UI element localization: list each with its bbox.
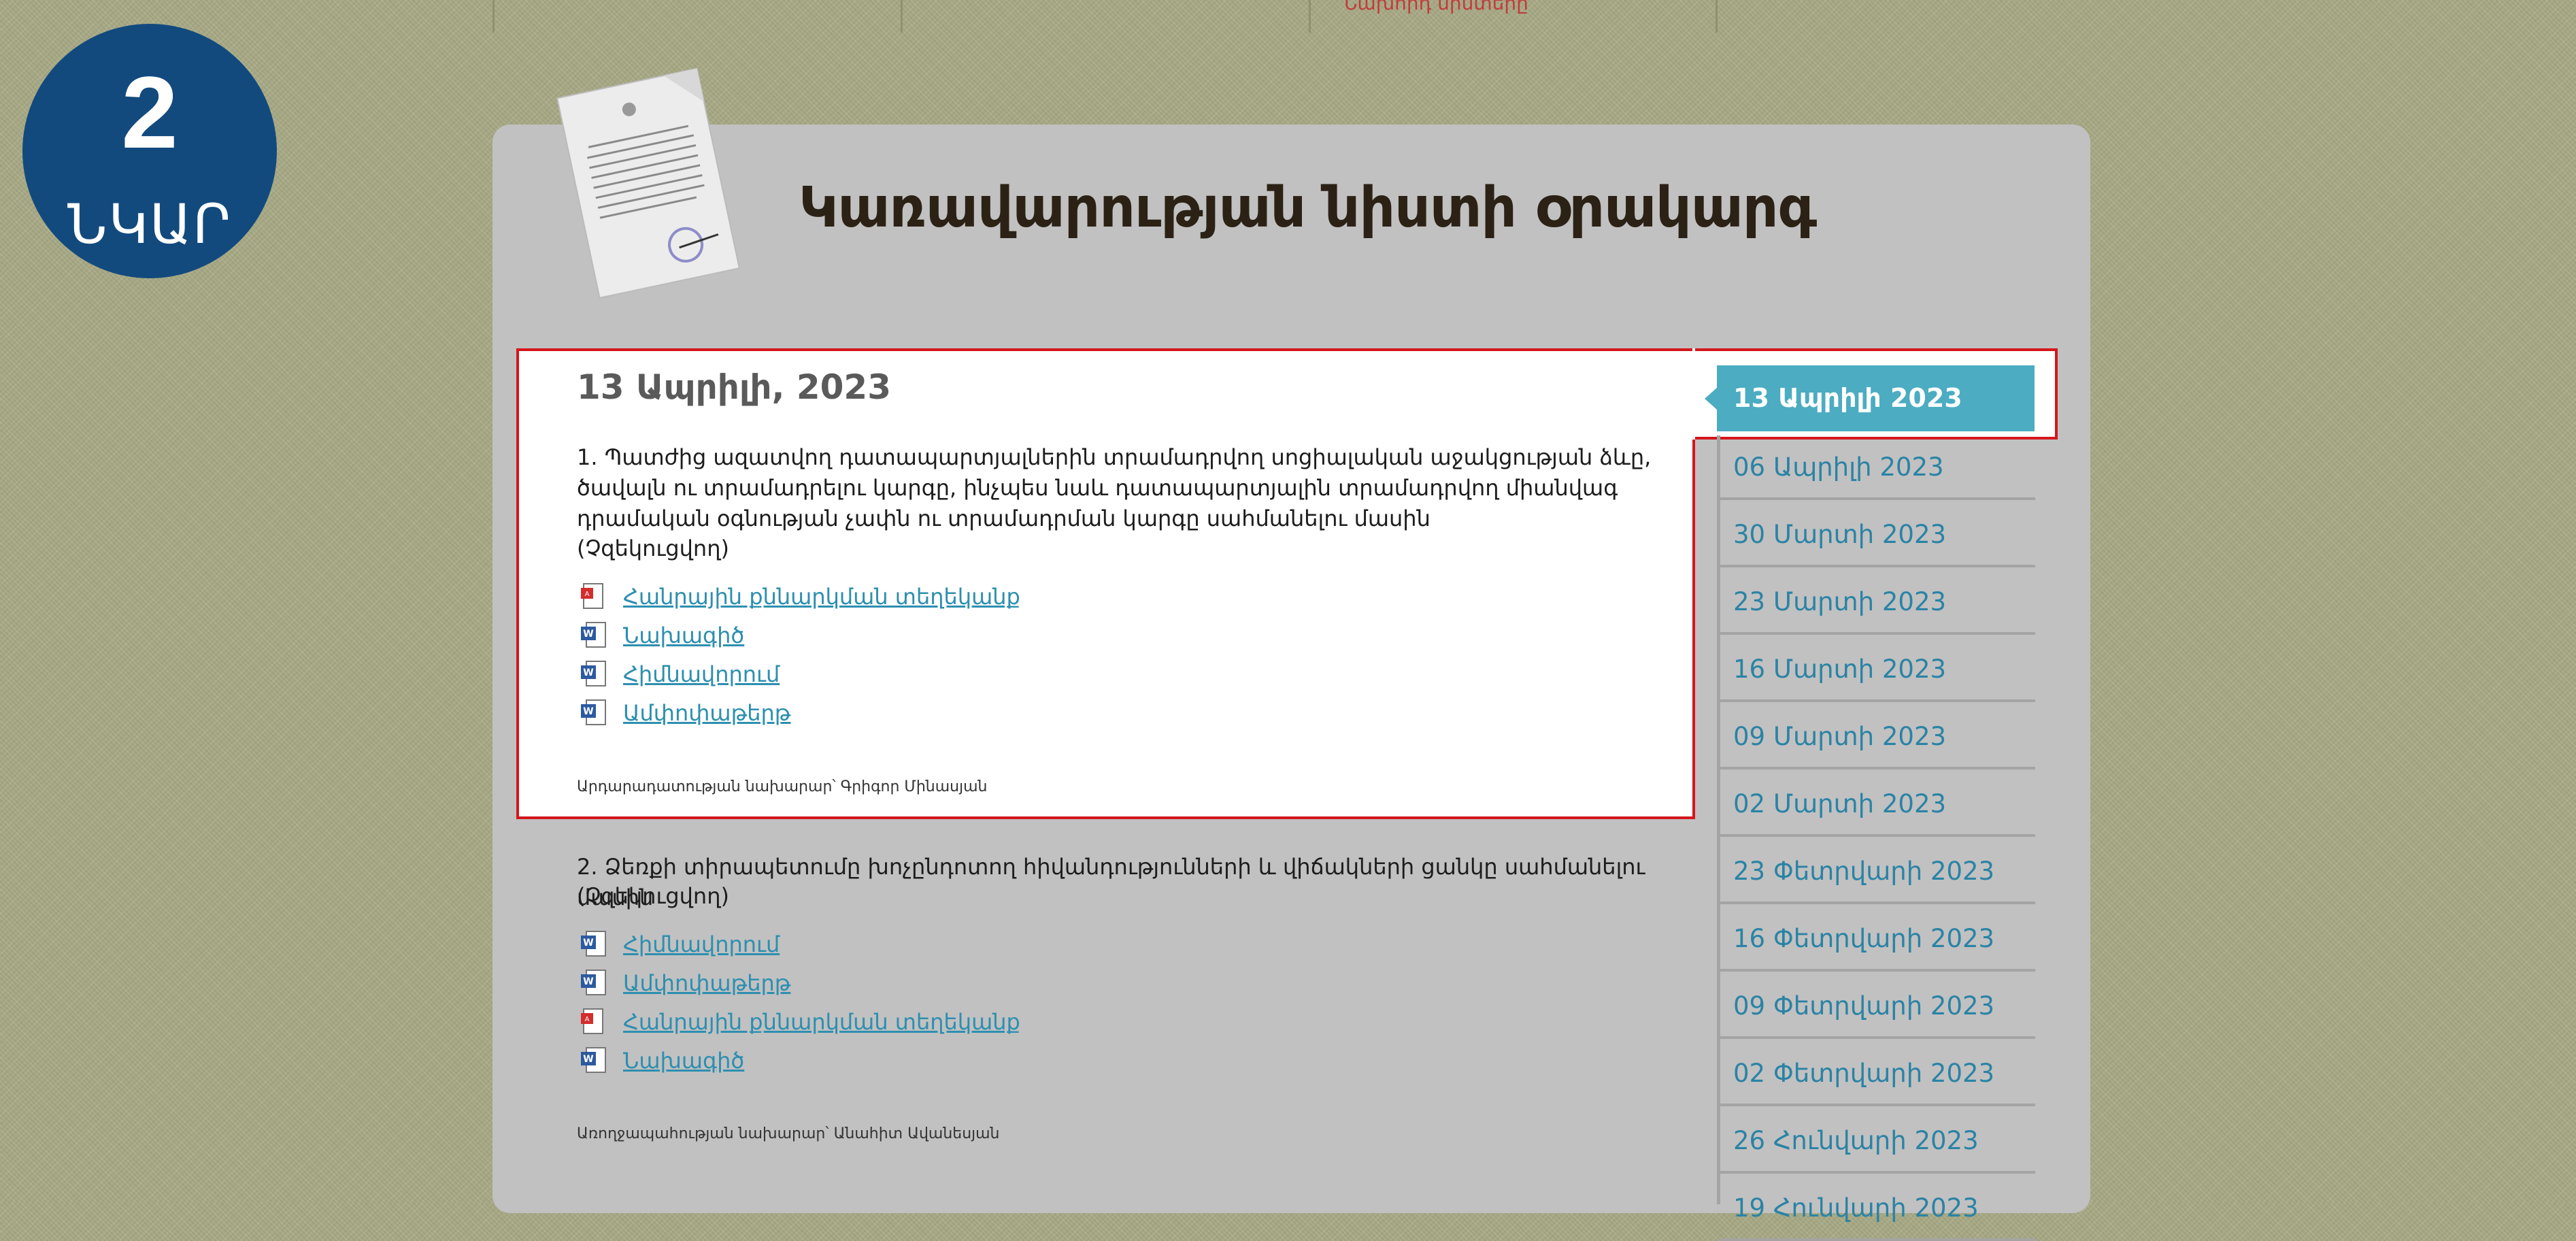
top-nav <box>492 0 1718 33</box>
badge-number: 2 <box>121 55 178 169</box>
svg-text:W: W <box>583 706 593 717</box>
agenda-item-status: (Չզեկուցվող) <box>577 535 729 561</box>
file-link[interactable]: W Նախագիծ <box>581 621 744 650</box>
document-icon <box>556 67 741 299</box>
sidebar-date[interactable]: 23 Մարտի 2023 <box>1720 569 2035 635</box>
word-file-icon: W <box>581 1047 606 1073</box>
word-file-icon: W <box>581 931 606 957</box>
sidebar-date[interactable]: 23 Փետրվարի 2023 <box>1720 838 2035 904</box>
selected-date-heading: 13 Ապրիլի, 2023 <box>577 367 892 407</box>
sidebar-date[interactable]: 09 Մարտի 2023 <box>1720 704 2035 770</box>
badge-label: ՆԿԱՐ <box>67 194 232 254</box>
agenda-item-text: 1. Պատժից ազատվող դատապարտյալներին տրամա… <box>577 444 1652 531</box>
sidebar-date[interactable]: 09 Փետրվարի 2023 <box>1720 973 2035 1039</box>
sidebar-date[interactable]: 30 Մարտի 2023 <box>1720 501 2035 567</box>
file-link-label[interactable]: Հիմնավորում <box>623 931 780 957</box>
sidebar-date[interactable]: 16 Մարտի 2023 <box>1720 636 2035 702</box>
responsible-minister: Առողջապահության նախարար՝ Անահիտ Ավանեսյա… <box>577 1125 1000 1142</box>
sidebar-date-active[interactable]: 13 Ապրիլի 2023 <box>1705 365 2035 431</box>
svg-text:A: A <box>585 591 590 598</box>
pdf-file-icon: A <box>581 1008 603 1034</box>
file-link-label[interactable]: Հիմնավորում <box>623 661 780 687</box>
word-file-icon: W <box>581 661 606 686</box>
highlight-joint <box>1692 348 1695 440</box>
page-title: Կառավարության նիստի օրակարգ <box>799 176 1817 240</box>
svg-text:W: W <box>583 667 593 678</box>
pdf-file-icon: A <box>581 583 603 609</box>
sidebar-date[interactable]: 19 Հունվարի 2023 <box>1720 1175 2035 1241</box>
file-link[interactable]: A Հանրային քննարկման տեղեկանք <box>581 582 1020 611</box>
sidebar-date[interactable]: 16 Փետրվարի 2023 <box>1720 906 2035 972</box>
file-link-label[interactable]: Հանրային քննարկման տեղեկանք <box>623 584 1020 610</box>
file-link-label[interactable]: Նախագիծ <box>623 623 744 648</box>
nav-link-previous-sessions[interactable]: Նախորդ նիստերը <box>1343 0 1528 14</box>
nav-divider <box>1716 0 1718 33</box>
file-link[interactable]: W Հիմնավորում <box>581 660 780 689</box>
svg-text:A: A <box>585 1016 590 1023</box>
file-link[interactable]: W Ամփոփաթերթ <box>581 699 790 727</box>
file-link-label[interactable]: Նախագիծ <box>623 1048 744 1074</box>
responsible-minister: Արդարադատության նախարար՝ Գրիգոր Մինասյան <box>577 778 988 795</box>
sidebar-date[interactable]: 26 Հունվարի 2023 <box>1720 1108 2035 1174</box>
svg-text:W: W <box>583 976 593 987</box>
file-link[interactable]: W Հիմնավորում <box>581 930 780 959</box>
svg-text:W: W <box>583 1054 593 1065</box>
figure-badge: 2 ՆԿԱՐ <box>22 24 277 278</box>
nav-divider <box>1309 0 1311 33</box>
agenda-item-status: (Չզեկուցվող) <box>577 883 729 909</box>
svg-text:W: W <box>583 938 593 948</box>
file-link[interactable]: W Նախագիծ <box>581 1046 744 1075</box>
word-file-icon: W <box>581 970 606 995</box>
sidebar-date[interactable]: 06 Ապրիլի 2023 <box>1720 434 2035 500</box>
sidebar-date[interactable]: 02 Մարտի 2023 <box>1720 771 2035 837</box>
nav-divider <box>492 0 495 33</box>
file-link-label[interactable]: Հանրային քննարկման տեղեկանք <box>623 1009 1020 1035</box>
word-file-icon: W <box>581 622 606 648</box>
file-link-label[interactable]: Ամփոփաթերթ <box>623 970 790 996</box>
svg-text:W: W <box>583 629 593 640</box>
file-link[interactable]: W Ամփոփաթերթ <box>581 969 790 997</box>
nav-divider <box>901 0 903 33</box>
word-file-icon: W <box>581 699 606 725</box>
file-link-label[interactable]: Ամփոփաթերթ <box>623 700 790 726</box>
sidebar-date[interactable]: 02 Փետրվարի 2023 <box>1720 1040 2035 1106</box>
agenda-item-text: 2. Ձեռքի տիրապետումը խոչընդոտող հիվանդու… <box>577 854 1645 910</box>
file-link[interactable]: A Հանրային քննարկման տեղեկանք <box>581 1008 1020 1036</box>
